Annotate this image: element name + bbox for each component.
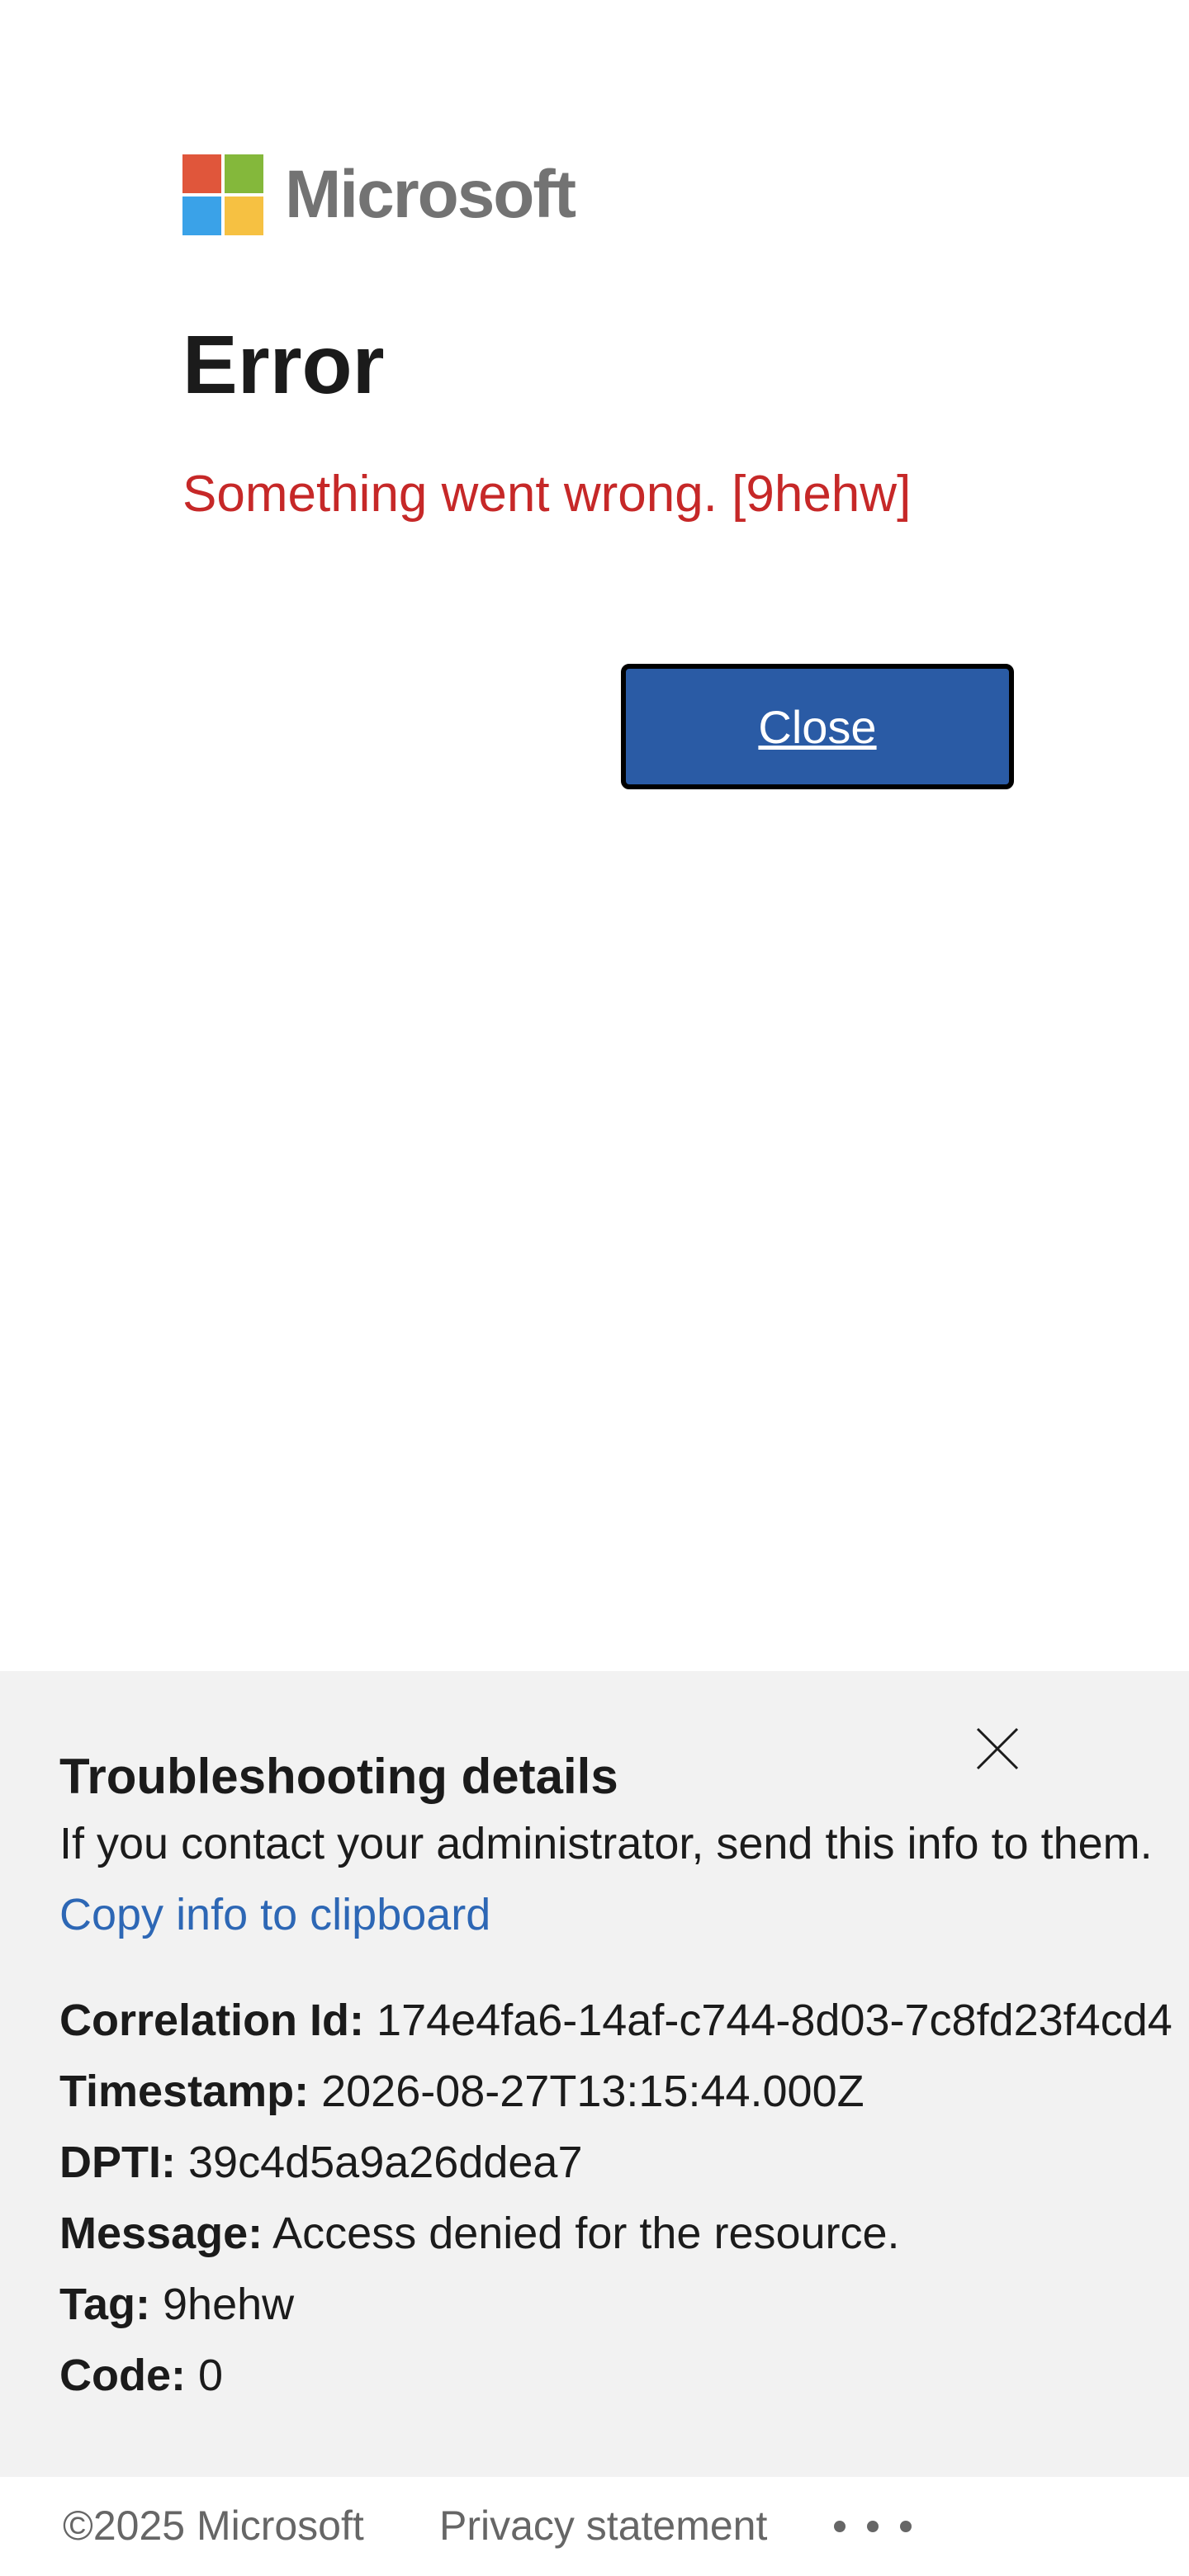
error-message: Something went wrong. [9hehw] (182, 466, 912, 523)
footer-copyright: ©2025 Microsoft (63, 2503, 364, 2549)
detail-correlation-id: Correlation Id: 174e4fa6-14af-c744-8d03-… (59, 1996, 1172, 2045)
detail-dpti: DPTI: 39c4d5a9a26ddea7 (59, 2138, 583, 2187)
microsoft-logo: Microsoft (182, 154, 576, 236)
copy-info-link[interactable]: Copy info to clipboard (59, 1892, 490, 1937)
more-options-icon[interactable] (834, 2521, 912, 2532)
close-icon[interactable] (974, 1726, 1021, 1772)
page-title: Error (182, 319, 385, 411)
detail-tag: Tag: 9hehw (59, 2280, 295, 2329)
close-button[interactable]: Close (621, 664, 1014, 789)
detail-timestamp: Timestamp: 2026-08-27T13:15:44.000Z (59, 2067, 865, 2116)
detail-message: Message: Access denied for the resource. (59, 2209, 900, 2258)
detail-code: Code: 0 (59, 2351, 224, 2400)
microsoft-logo-icon (182, 154, 263, 235)
troubleshooting-title: Troubleshooting details (59, 1749, 618, 1804)
troubleshooting-description: If you contact your administrator, send … (59, 1819, 1153, 1868)
microsoft-wordmark: Microsoft (285, 157, 576, 232)
privacy-statement-link[interactable]: Privacy statement (439, 2505, 767, 2546)
